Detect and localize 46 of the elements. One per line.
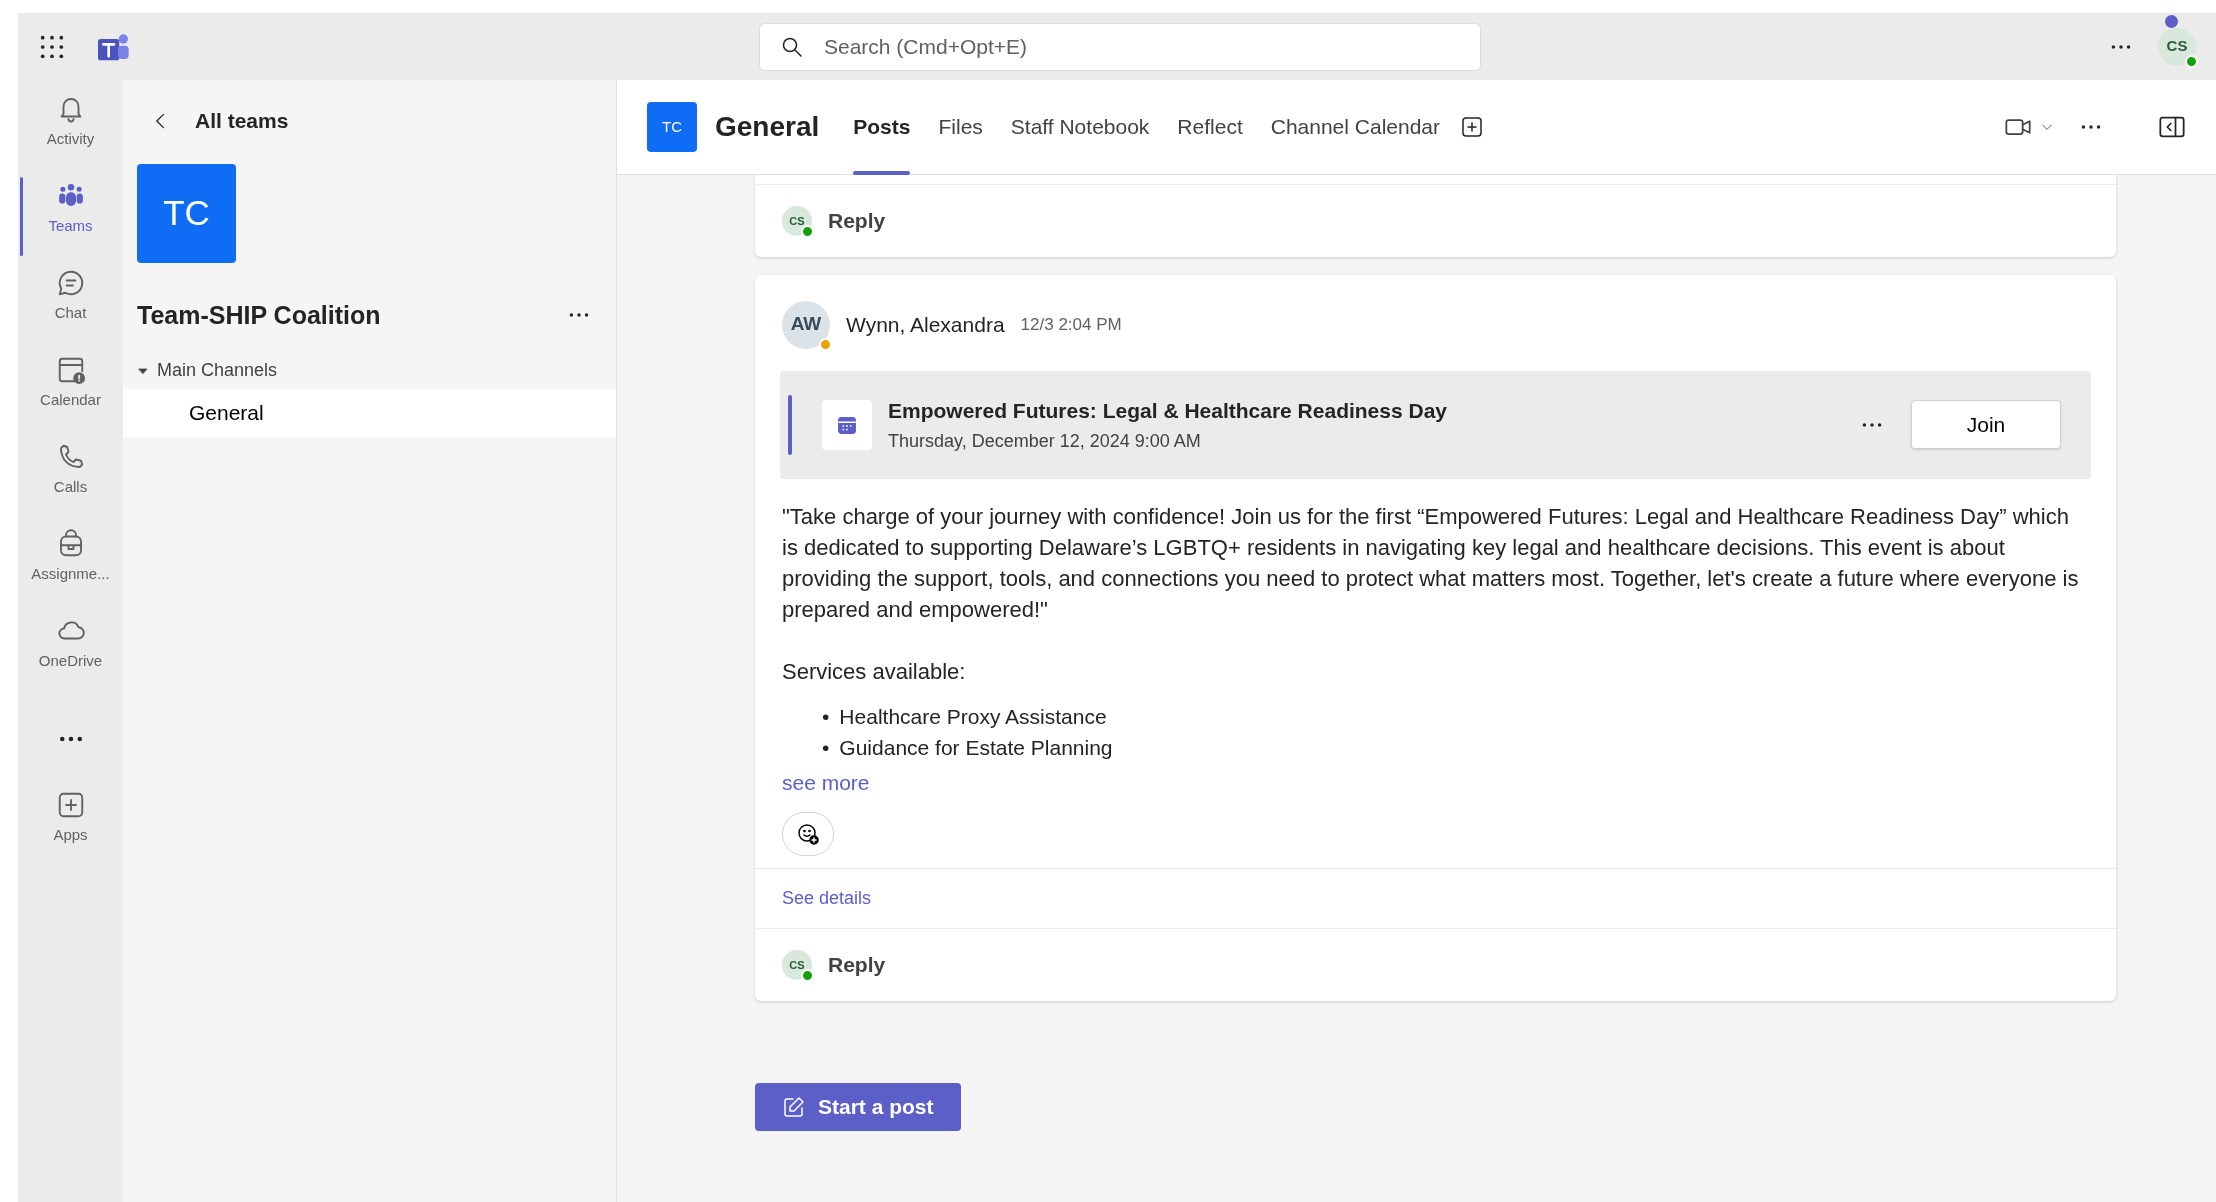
meeting-date: Thursday, December 12, 2024 9:00 AM [888, 430, 1202, 453]
team-avatar: TC [647, 102, 697, 152]
avatar: CS [782, 205, 812, 236]
compose-icon [782, 1094, 806, 1119]
channel-title: General [715, 110, 820, 144]
search-field[interactable]: Search (Cmd+Opt+E) [759, 22, 1481, 71]
author-name: Wynn, Alexandra [846, 311, 1005, 338]
bullet-marker: • [822, 704, 830, 730]
app-rail-item[interactable]: Apps [18, 782, 123, 869]
app-rail-item[interactable]: OneDrive [18, 608, 123, 695]
channel-tab[interactable]: Staff Notebook [1002, 79, 1158, 175]
reply-button[interactable]: Reply [828, 949, 886, 981]
add-tab-icon[interactable] [1460, 115, 1484, 139]
app-rail-item[interactable]: Calendar [18, 347, 123, 434]
bullet-item: Guidance for Estate Planning [839, 735, 1113, 761]
search-input[interactable]: Search (Cmd+Opt+E) [822, 29, 1460, 64]
timestamp: 12/3 2:04 PM [1020, 313, 1122, 336]
team-name: Team-SHIP Coalition [137, 299, 381, 331]
bullet-marker: • [822, 735, 830, 761]
channel-tab[interactable]: Channel Calendar [1262, 79, 1448, 175]
avatar: CS [782, 949, 812, 980]
start-post-button[interactable]: Start a post [755, 1082, 961, 1131]
avatar: AW [782, 300, 830, 349]
app-rail-item[interactable]: Teams [18, 173, 123, 260]
reply-button[interactable]: Reply [828, 205, 886, 237]
app-rail-item[interactable]: Activity [18, 86, 123, 173]
app-rail-item[interactable]: Calls [18, 434, 123, 521]
back-link[interactable]: All teams [145, 104, 295, 138]
app-rail-item[interactable]: Assignme... [18, 521, 123, 608]
avatar[interactable]: CS [2158, 27, 2196, 66]
channel-item[interactable]: General [123, 389, 616, 437]
team-avatar: TC [137, 163, 236, 263]
app-rail-item[interactable]: Chat [18, 260, 123, 347]
see-more-link[interactable]: see more [782, 767, 870, 798]
channel-tab[interactable]: Posts [845, 79, 919, 175]
bullet-item: Healthcare Proxy Assistance [839, 704, 1107, 730]
see-details-link[interactable]: See details [782, 885, 872, 912]
smiley-add-icon [796, 822, 820, 846]
add-reaction-button[interactable] [782, 812, 834, 856]
message-paragraph: Services available: [782, 658, 967, 686]
message-paragraph: "Take charge of your journey with confidence! Join us for the first “Empowered Futures: Legal and Healthcare Readiness Day” which is dedicated to supporting Delaware’s LGBTQ+ residents in navigating key legal and healthcare decisions. This event is about providing the support, tools, and connections you need to protect what matters most. Together, let's create a future where everyone is prepared and empowered!" [782, 503, 2080, 624]
channel-tab[interactable]: Files [930, 79, 991, 175]
meeting-title: Empowered Futures: Legal & Healthcare Readiness Day [888, 397, 1447, 424]
channel-section-header[interactable]: Main Channels [131, 356, 284, 385]
channel-tab[interactable]: Reflect [1169, 79, 1251, 175]
join-button[interactable]: Join [1911, 400, 2061, 450]
